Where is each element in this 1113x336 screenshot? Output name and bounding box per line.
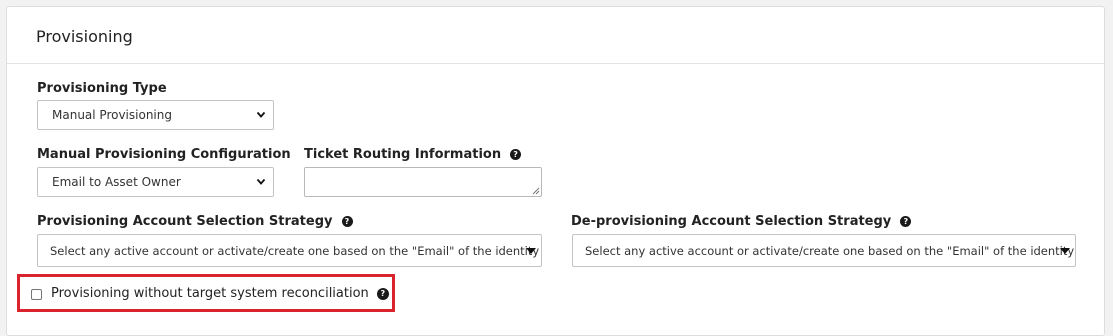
reconciliation-checkbox[interactable] (31, 289, 42, 300)
caret-down-icon (1060, 247, 1070, 254)
provisioning-type-select[interactable]: Manual Provisioning (37, 100, 274, 130)
deprovisioning-strategy-value: Select any active account or activate/cr… (585, 243, 1075, 258)
provisioning-strategy-label: Provisioning Account Selection Strategy … (37, 214, 353, 229)
reconciliation-label-text: Provisioning without target system recon… (51, 286, 369, 301)
provisioning-type-label: Provisioning Type (37, 81, 167, 96)
deprovisioning-strategy-label: De-provisioning Account Selection Strate… (571, 214, 912, 229)
manual-config-label: Manual Provisioning Configuration (37, 147, 291, 162)
ticket-routing-textarea[interactable] (304, 167, 542, 197)
chevron-down-icon (256, 178, 266, 185)
manual-config-label-text: Manual Provisioning Configuration (37, 147, 291, 162)
question-circle-icon[interactable]: ? (341, 216, 353, 227)
caret-down-icon (526, 247, 536, 254)
panel-title: Provisioning (36, 27, 133, 46)
deprovisioning-strategy-label-text: De-provisioning Account Selection Strate… (571, 214, 892, 229)
manual-config-value: Email to Asset Owner (52, 175, 181, 189)
provisioning-strategy-value: Select any active account or activate/cr… (50, 243, 540, 258)
deprovisioning-strategy-select[interactable]: Select any active account or activate/cr… (572, 234, 1076, 267)
panel-header: Provisioning (7, 7, 1104, 64)
provisioning-type-value: Manual Provisioning (52, 108, 172, 122)
provisioning-strategy-label-text: Provisioning Account Selection Strategy (37, 214, 333, 229)
manual-config-select[interactable]: Email to Asset Owner (37, 167, 274, 197)
question-circle-icon[interactable]: ? (376, 287, 389, 300)
provisioning-type-label-text: Provisioning Type (37, 81, 167, 96)
provisioning-strategy-select[interactable]: Select any active account or activate/cr… (37, 234, 542, 267)
chevron-down-icon (256, 111, 266, 118)
resize-grip-icon[interactable] (532, 187, 540, 195)
ticket-routing-label-text: Ticket Routing Information (304, 147, 502, 162)
question-circle-icon[interactable]: ? (510, 149, 522, 160)
ticket-routing-label: Ticket Routing Information ? (304, 147, 522, 162)
question-circle-icon[interactable]: ? (900, 216, 912, 227)
reconciliation-label[interactable]: Provisioning without target system recon… (51, 286, 389, 301)
